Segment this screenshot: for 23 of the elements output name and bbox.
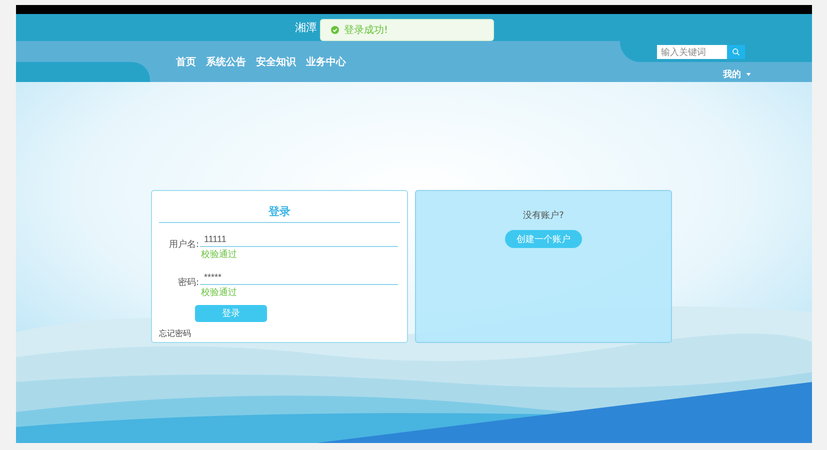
forgot-password-link[interactable]: 忘记密码 bbox=[159, 328, 191, 339]
nav-link[interactable]: 系统公告 bbox=[206, 54, 246, 68]
search-icon bbox=[732, 48, 740, 56]
input-field[interactable]: 11111 bbox=[200, 232, 398, 247]
register-prompt: 没有账户? bbox=[523, 210, 564, 222]
user-menu[interactable]: 我的 bbox=[723, 68, 751, 81]
create-account-button[interactable]: 创建一个账户 bbox=[505, 230, 582, 248]
check-circle-icon bbox=[331, 26, 339, 34]
field-label: 用户名: bbox=[168, 238, 199, 252]
nav-link[interactable]: 业务中心 bbox=[306, 54, 346, 68]
validation-message: 校验通过 bbox=[201, 248, 237, 261]
input-field[interactable]: ***** bbox=[200, 270, 398, 285]
field-label: 密码: bbox=[176, 276, 199, 290]
caret-icon bbox=[746, 73, 751, 76]
login-button[interactable]: 登录 bbox=[195, 305, 267, 322]
search-button[interactable] bbox=[727, 44, 745, 58]
toast-text: 登录成功! bbox=[344, 24, 388, 37]
nav-link[interactable]: 安全知识 bbox=[256, 54, 296, 68]
nav-link[interactable]: 首页 bbox=[176, 54, 196, 68]
form-title: 登录 bbox=[159, 191, 400, 223]
search-field[interactable]: 输入关键词 bbox=[657, 44, 727, 58]
site-title: 湘潭 bbox=[295, 20, 317, 35]
validation-message: 校验通过 bbox=[201, 286, 237, 299]
